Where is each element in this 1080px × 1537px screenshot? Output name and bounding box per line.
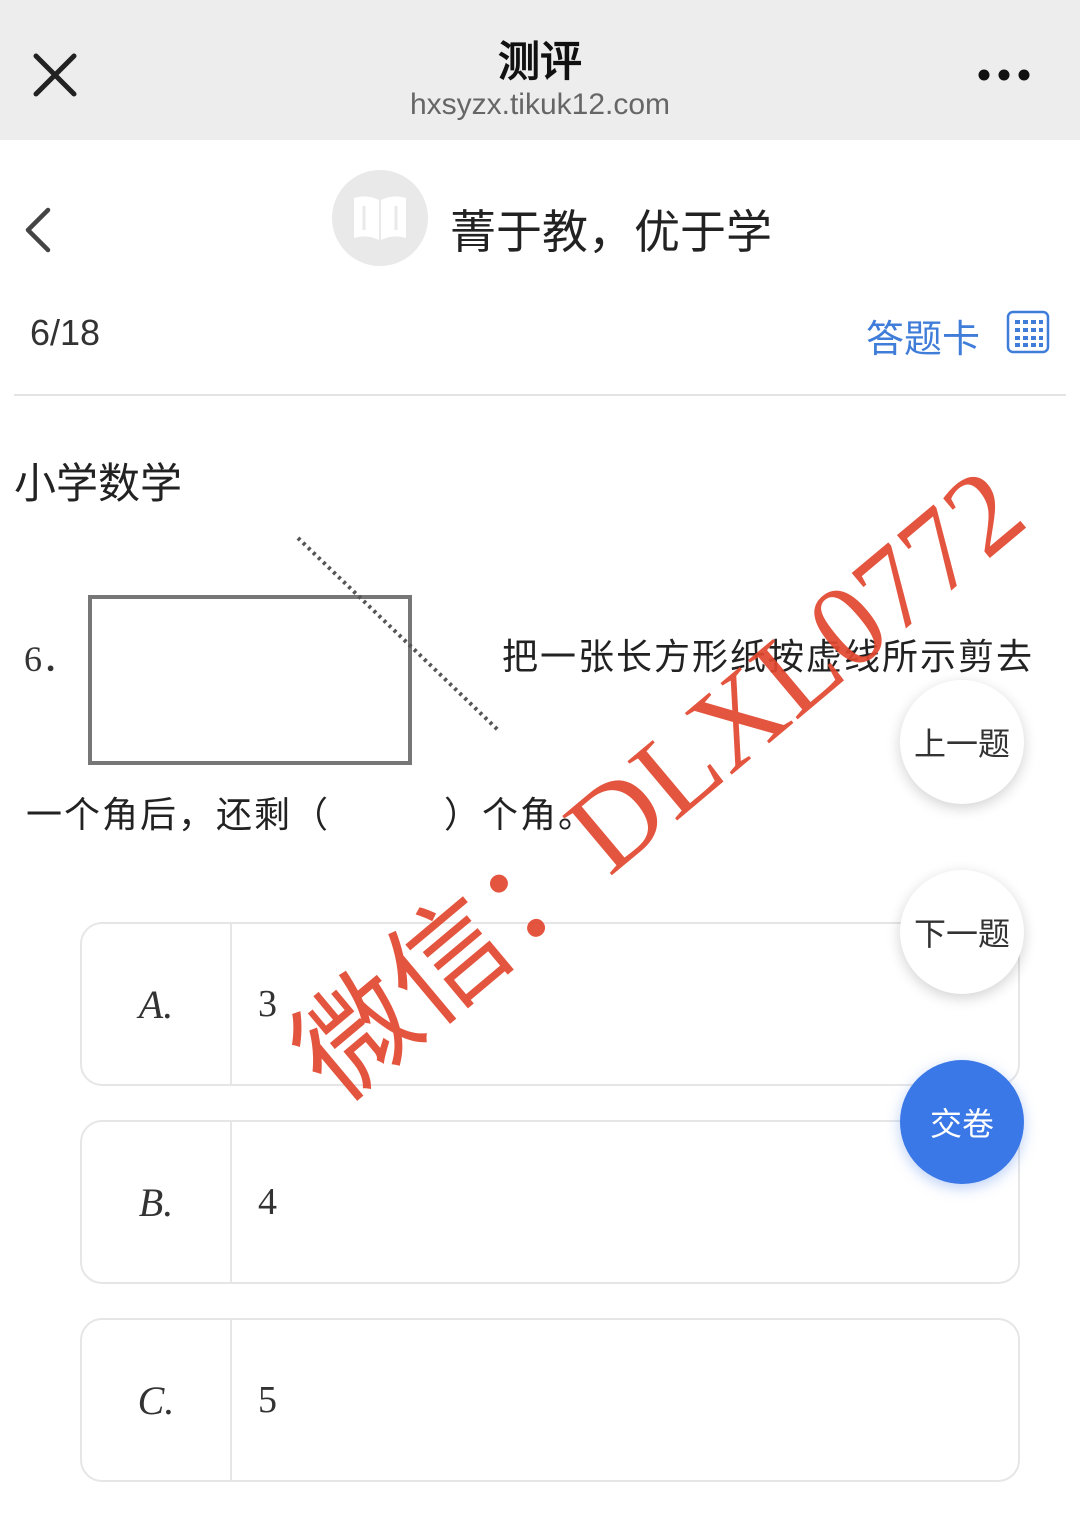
subject-label: 小学数学 — [14, 459, 183, 508]
more-dots-icon[interactable] — [972, 58, 1036, 92]
site-logo — [332, 170, 428, 266]
question-text-line2: 一个角后，还剩（ ）个角。 — [26, 795, 597, 836]
prev-question-button[interactable]: 上一题 — [900, 680, 1024, 804]
grid-icon[interactable] — [1006, 310, 1050, 354]
site-slogan: 菁于教，优于学 — [450, 205, 772, 259]
chevron-left-icon[interactable] — [18, 200, 62, 260]
question-number: 6． — [24, 639, 79, 679]
browser-title-bar: 测评 hxsyzx.tikuk12.com — [0, 0, 1080, 140]
question-text-line1: 把一张长方形纸按虚线所示剪去 — [502, 637, 1035, 678]
option-letter: B. — [82, 1122, 232, 1282]
browser-title: 测评 — [497, 37, 582, 86]
option-letter: A. — [82, 924, 232, 1084]
question-progress: 6/18 — [30, 312, 101, 353]
option-letter: C. — [82, 1320, 232, 1480]
submit-paper-button[interactable]: 交卷 — [900, 1060, 1024, 1184]
option-value: 3 — [258, 983, 277, 1025]
rectangle-cut-figure — [88, 536, 500, 765]
next-question-button[interactable]: 下一题 — [900, 870, 1024, 994]
option-b[interactable]: B. 4 — [80, 1120, 1020, 1284]
answer-card-link[interactable]: 答题卡 — [866, 308, 980, 363]
browser-url: hxsyzx.tikuk12.com — [409, 88, 671, 121]
option-value: 5 — [258, 1379, 277, 1421]
book-icon — [354, 196, 406, 240]
option-c[interactable]: C. 5 — [80, 1318, 1020, 1482]
divider — [14, 394, 1066, 396]
option-value: 4 — [258, 1181, 277, 1223]
option-a[interactable]: A. 3 — [80, 922, 1020, 1086]
